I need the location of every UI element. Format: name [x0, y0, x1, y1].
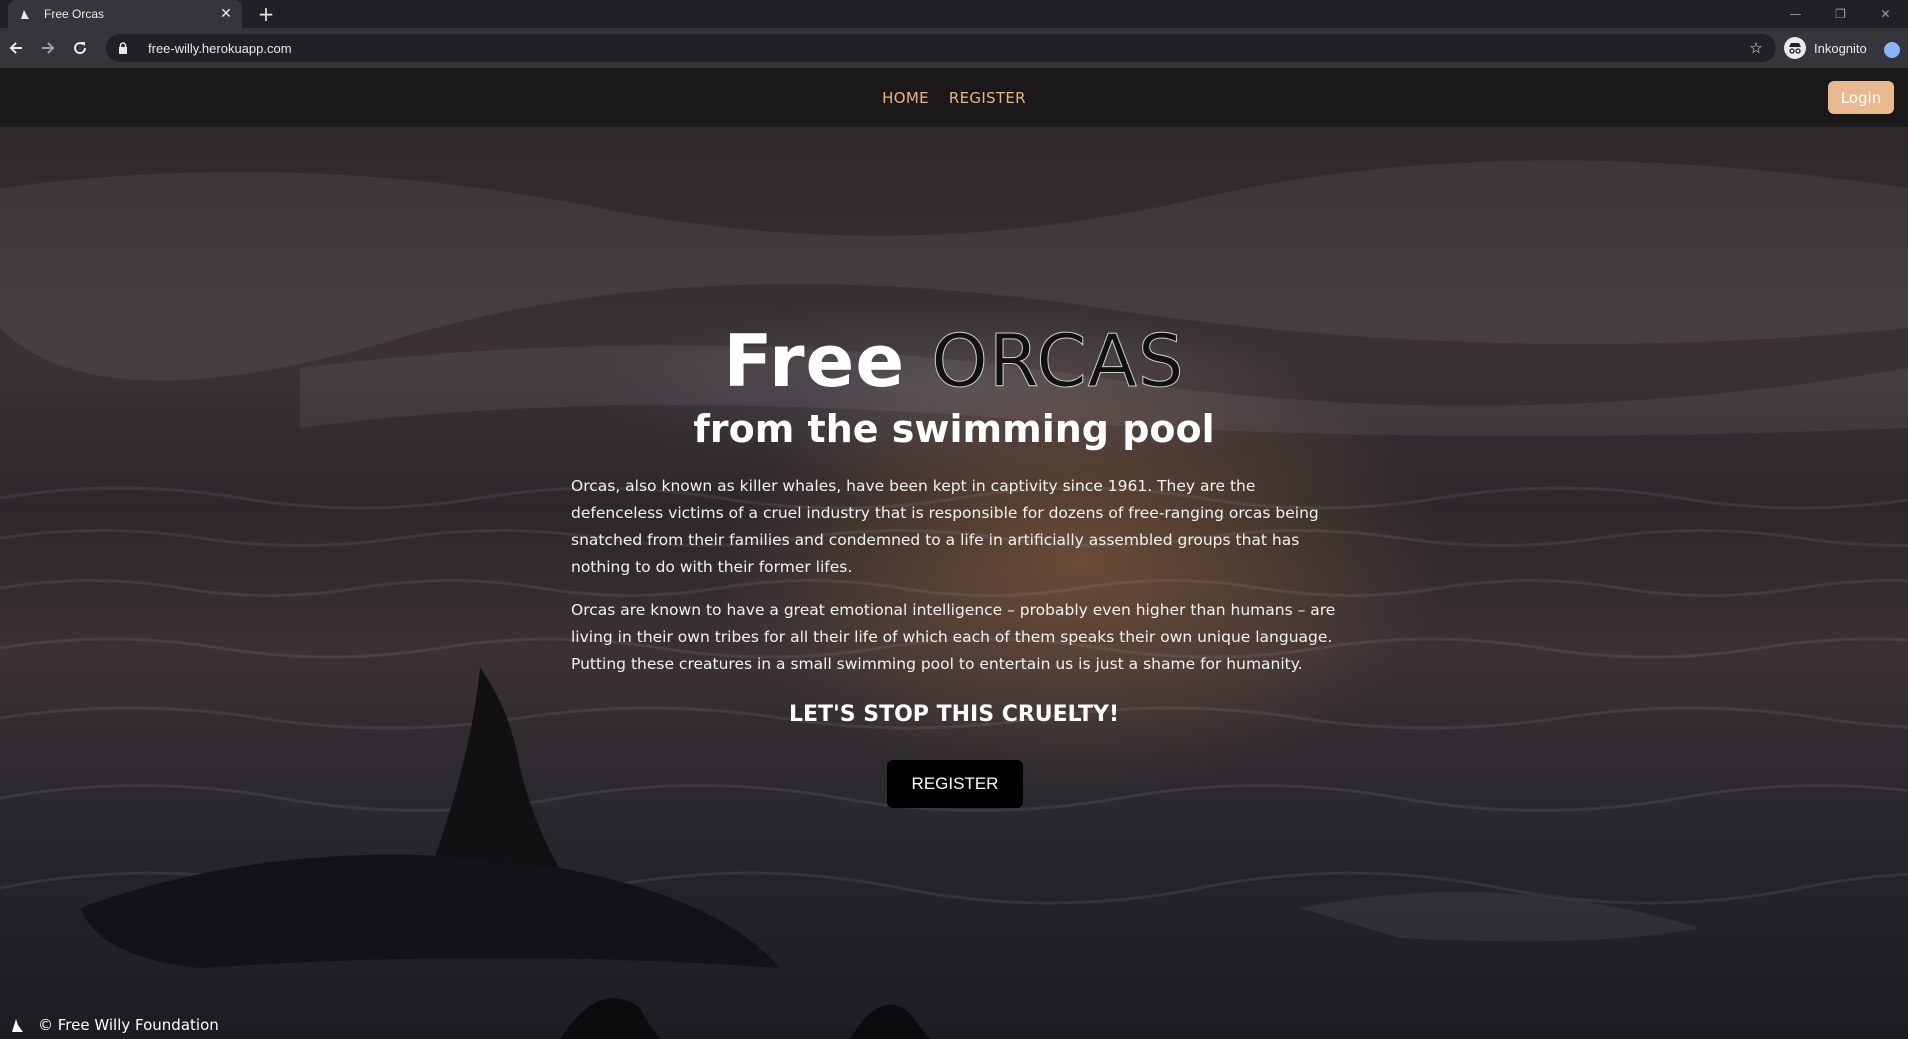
- nav-register-link[interactable]: REGISTER: [949, 89, 1026, 107]
- url-text: free-willy.herokuapp.com: [148, 40, 292, 56]
- site-navbar: HOME REGISTER Login: [0, 68, 1908, 127]
- minimize-icon[interactable]: —: [1773, 0, 1818, 28]
- restore-icon[interactable]: ❐: [1818, 0, 1863, 28]
- page-subtitle: from the swimming pool: [693, 407, 1215, 451]
- page-title: Free ORCAS: [0, 318, 1908, 404]
- nav-home-link[interactable]: HOME: [882, 89, 929, 107]
- incognito-label: Inkognito: [1814, 40, 1867, 56]
- new-tab-icon[interactable]: +: [254, 2, 278, 26]
- incognito-icon: [1784, 37, 1806, 59]
- star-icon[interactable]: ☆: [1748, 40, 1764, 56]
- page-viewport: HOME REGISTER Login Free ORCAS from the …: [0, 68, 1908, 1039]
- title-orcas: ORCAS: [931, 319, 1185, 404]
- window-close-icon[interactable]: ✕: [1863, 0, 1908, 28]
- footer: © Free Willy Foundation: [8, 1014, 219, 1036]
- reload-icon[interactable]: [68, 36, 92, 60]
- title-free: Free: [723, 319, 906, 403]
- hero-heading: Free ORCAS from the swimming pool: [0, 318, 1908, 454]
- back-arrow-icon[interactable]: [4, 36, 28, 60]
- browser-tab[interactable]: Free Orcas ✕: [8, 0, 242, 28]
- orca-icon: [18, 7, 32, 21]
- address-bar[interactable]: free-willy.herokuapp.com ☆: [106, 34, 1776, 62]
- tab-title: Free Orcas: [44, 7, 105, 21]
- browser-tab-bar: Free Orcas ✕ + — ❐ ✕: [0, 0, 1908, 28]
- content-text: Orcas, also known as killer whales, have…: [571, 473, 1341, 678]
- orca-icon: [8, 1016, 26, 1034]
- window-controls: — ❐ ✕: [1773, 0, 1908, 28]
- call-to-action-heading: LET'S STOP THIS CRUELTY!: [788, 702, 1120, 727]
- login-button[interactable]: Login: [1828, 81, 1894, 114]
- nav-links: HOME REGISTER: [0, 68, 1908, 127]
- paragraph-1: Orcas, also known as killer whales, have…: [571, 477, 1319, 576]
- forward-arrow-icon[interactable]: [36, 36, 60, 60]
- footer-copyright: © Free Willy Foundation: [38, 1016, 219, 1034]
- lock-icon: [116, 41, 130, 55]
- incognito-indicator[interactable]: Inkognito: [1784, 36, 1867, 60]
- paragraph-2: Orcas are known to have a great emotiona…: [571, 601, 1336, 673]
- extension-icon[interactable]: [1884, 42, 1900, 58]
- tab-close-icon[interactable]: ✕: [218, 6, 234, 22]
- register-button[interactable]: REGISTER: [887, 760, 1023, 808]
